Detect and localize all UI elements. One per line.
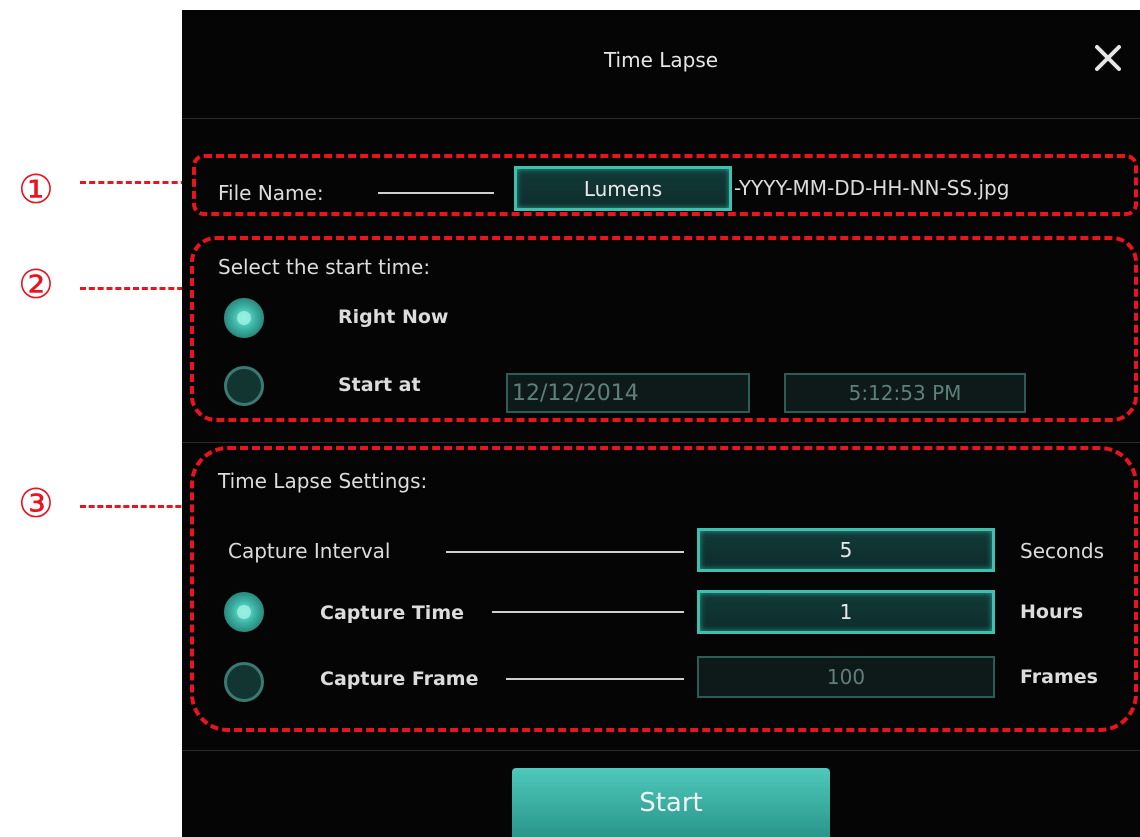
annotation-box-3 <box>190 446 1138 732</box>
annotation-1: ① <box>18 167 54 213</box>
annotation-box-1 <box>192 154 1138 216</box>
annotation-1-leader <box>80 181 196 184</box>
dialog-title: Time Lapse <box>603 48 719 72</box>
title-divider <box>182 118 1140 119</box>
footer-divider <box>182 750 1140 751</box>
annotation-box-2 <box>190 236 1138 422</box>
annotation-2: ② <box>18 262 54 308</box>
annotation-2-leader <box>80 287 192 290</box>
section-divider <box>182 442 1140 443</box>
annotation-3-leader <box>80 505 190 508</box>
close-icon[interactable] <box>1090 40 1126 76</box>
annotation-3: ③ <box>18 481 54 527</box>
start-button[interactable]: Start <box>512 768 830 837</box>
